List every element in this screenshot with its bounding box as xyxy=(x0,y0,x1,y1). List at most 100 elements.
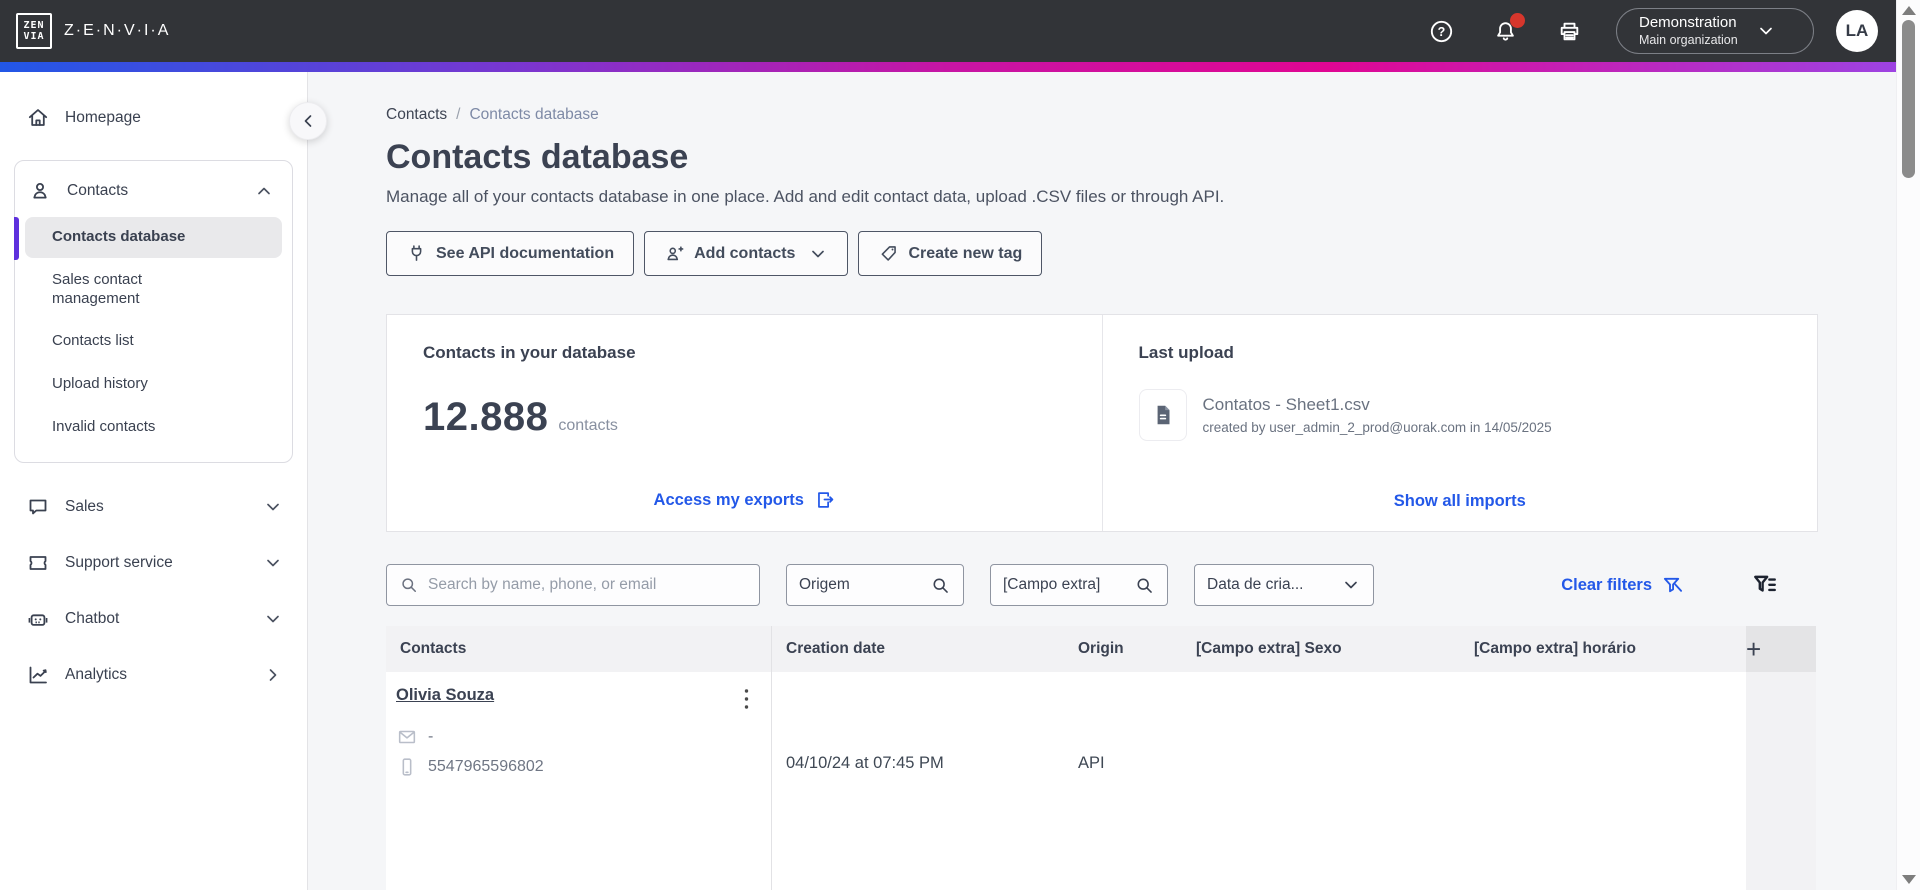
sidebar-item-contacts[interactable]: Contacts xyxy=(15,167,292,215)
last-upload-file-row: Contatos - Sheet1.csv created by user_ad… xyxy=(1138,389,1782,441)
sidebar-item-label: Chatbot xyxy=(65,609,120,627)
table-row: Olivia Souza - 5547965596802 04/10/24 at… xyxy=(386,672,1816,890)
contact-phone-line: 5547965596802 xyxy=(396,756,757,778)
sidebar-item-contacts-list[interactable]: Contacts list xyxy=(25,321,282,362)
app-window: ZEN VIA Z·E·N·V·I·A ? Demonstration Main… xyxy=(0,0,1896,890)
uploaded-file-name: Contatos - Sheet1.csv xyxy=(1202,395,1370,414)
sidebar-item-sales[interactable]: Sales xyxy=(0,479,307,535)
contact-email-line: - xyxy=(396,726,757,748)
chevron-up-icon[interactable] xyxy=(254,181,274,201)
sidebar-item-support-service[interactable]: Support service xyxy=(0,535,307,591)
link-label: Clear filters xyxy=(1561,575,1652,594)
filters-bar: Origem [Campo extra] Data de cria... Cle… xyxy=(386,564,1818,606)
uploaded-file-meta: created by user_admin_2_prod@uorak.com i… xyxy=(1202,420,1552,435)
help-icon[interactable]: ? xyxy=(1428,18,1454,44)
sidebar-contacts-group: Contacts Contacts database Sales contact… xyxy=(14,160,293,463)
add-column-body-cell xyxy=(1746,672,1816,890)
toolbar: See API documentation Add contacts Creat… xyxy=(386,231,1818,276)
sidebar-item-chatbot[interactable]: Chatbot xyxy=(0,591,307,647)
create-new-tag-button[interactable]: Create new tag xyxy=(858,231,1043,276)
filter-label: [Campo extra] xyxy=(1003,576,1101,593)
breadcrumb-separator: / xyxy=(456,106,461,123)
user-avatar[interactable]: LA xyxy=(1836,10,1878,52)
column-header-contacts[interactable]: Contacts xyxy=(386,626,772,672)
svg-text:?: ? xyxy=(1437,25,1445,39)
contacts-count-card: Contacts in your database 12.888 contact… xyxy=(387,315,1102,531)
column-header-extra-sexo[interactable]: [Campo extra] Sexo xyxy=(1182,626,1460,672)
scrollbar-thumb[interactable] xyxy=(1902,20,1915,178)
sidebar-item-invalid-contacts[interactable]: Invalid contacts xyxy=(25,407,282,448)
export-icon xyxy=(818,492,834,508)
logo-text-top: ZEN xyxy=(23,20,45,31)
vertical-scrollbar[interactable] xyxy=(1896,0,1920,890)
tag-icon xyxy=(882,246,897,261)
chevron-down-icon[interactable] xyxy=(263,497,283,517)
file-info: Contatos - Sheet1.csv created by user_ad… xyxy=(1203,395,1552,435)
organization-switcher[interactable]: Demonstration Main organization xyxy=(1616,8,1814,54)
sidebar-item-label: Analytics xyxy=(65,665,128,683)
sidebar-item-contacts-database[interactable]: Contacts database xyxy=(25,217,282,258)
search-icon xyxy=(930,575,951,596)
add-contacts-button[interactable]: Add contacts xyxy=(644,231,849,276)
sidebar-item-homepage[interactable]: Homepage xyxy=(0,96,307,140)
zenvia-logo-icon[interactable]: ZEN VIA xyxy=(16,13,52,49)
print-icon[interactable] xyxy=(1556,18,1582,44)
see-api-documentation-button[interactable]: See API documentation xyxy=(386,231,635,276)
show-all-imports-link[interactable]: Show all imports xyxy=(1394,492,1526,511)
extra-field-filter[interactable]: [Campo extra] xyxy=(990,564,1168,606)
scrollbar-up-arrow[interactable] xyxy=(1902,6,1916,15)
breadcrumb-contacts-database[interactable]: Contacts database xyxy=(469,106,598,124)
extra-horario-cell xyxy=(1460,672,1746,890)
sidebar-group-label: Contacts xyxy=(67,182,129,199)
contacts-count-row: 12.888 contacts xyxy=(423,395,1066,440)
email-envelope-icon xyxy=(398,730,416,744)
page-title: Contacts database xyxy=(386,138,689,176)
scrollbar-down-arrow[interactable] xyxy=(1902,875,1916,884)
search-input[interactable] xyxy=(428,576,747,594)
access-my-exports-link[interactable]: Access my exports xyxy=(654,489,835,511)
active-item-indicator xyxy=(14,217,19,260)
analytics-chart-icon xyxy=(29,666,47,683)
search-icon xyxy=(399,575,419,595)
chevron-down-icon xyxy=(1341,575,1361,595)
plug-icon xyxy=(411,245,422,261)
link-label: Show all imports xyxy=(1393,492,1526,510)
origin-filter[interactable]: Origem xyxy=(786,564,964,606)
clear-filters-link[interactable]: Clear filters xyxy=(1561,574,1684,597)
chevron-down-icon[interactable] xyxy=(263,553,283,573)
add-column-button[interactable]: + xyxy=(1746,626,1816,672)
breadcrumb: Contacts / Contacts database xyxy=(386,106,1818,124)
sidebar-item-sales-contact-management[interactable]: Sales contact management xyxy=(25,260,282,320)
creation-date-cell: 04/10/24 at 07:45 PM xyxy=(786,754,944,772)
column-header-origin[interactable]: Origin xyxy=(1064,626,1182,672)
column-header-creation-date[interactable]: Creation date xyxy=(772,626,1064,672)
ticket-icon xyxy=(29,555,47,570)
collapse-sidebar-button[interactable] xyxy=(289,102,327,140)
notifications-bell-icon[interactable] xyxy=(1492,13,1525,44)
logo-text-bottom: VIA xyxy=(23,31,45,42)
origin-cell: API xyxy=(1078,754,1105,772)
chevron-down-icon[interactable] xyxy=(263,609,283,629)
creation-date-filter[interactable]: Data de cria... xyxy=(1194,564,1374,606)
sidebar-item-label: Sales xyxy=(65,497,104,515)
row-menu-kebab-icon[interactable] xyxy=(735,686,757,712)
contact-name-link[interactable]: Olivia Souza xyxy=(396,686,494,705)
sidebar-item-upload-history[interactable]: Upload history xyxy=(25,364,282,405)
top-header: ZEN VIA Z·E·N·V·I·A ? Demonstration Main… xyxy=(0,0,1896,62)
breadcrumb-contacts[interactable]: Contacts xyxy=(386,106,447,124)
brand-wordmark: Z·E·N·V·I·A xyxy=(64,22,171,39)
summary-cards: Contacts in your database 12.888 contact… xyxy=(386,314,1818,532)
link-label: Access my exports xyxy=(653,490,804,509)
chevron-left-icon xyxy=(298,111,318,131)
brand-gradient-bar xyxy=(0,62,1896,72)
card-title: Last upload xyxy=(1138,343,1234,362)
advanced-filters-icon[interactable] xyxy=(1752,572,1778,598)
chevron-down-icon xyxy=(1756,21,1776,41)
button-label: See API documentation xyxy=(436,244,615,262)
sidebar-item-analytics[interactable]: Analytics xyxy=(0,647,307,703)
column-header-extra-horario[interactable]: [Campo extra] horário xyxy=(1460,626,1746,672)
filter-label: Data de cria... xyxy=(1207,576,1304,593)
chevron-right-icon[interactable] xyxy=(263,665,283,685)
unread-notification-dot xyxy=(1510,13,1525,28)
chevron-down-icon xyxy=(808,244,828,264)
